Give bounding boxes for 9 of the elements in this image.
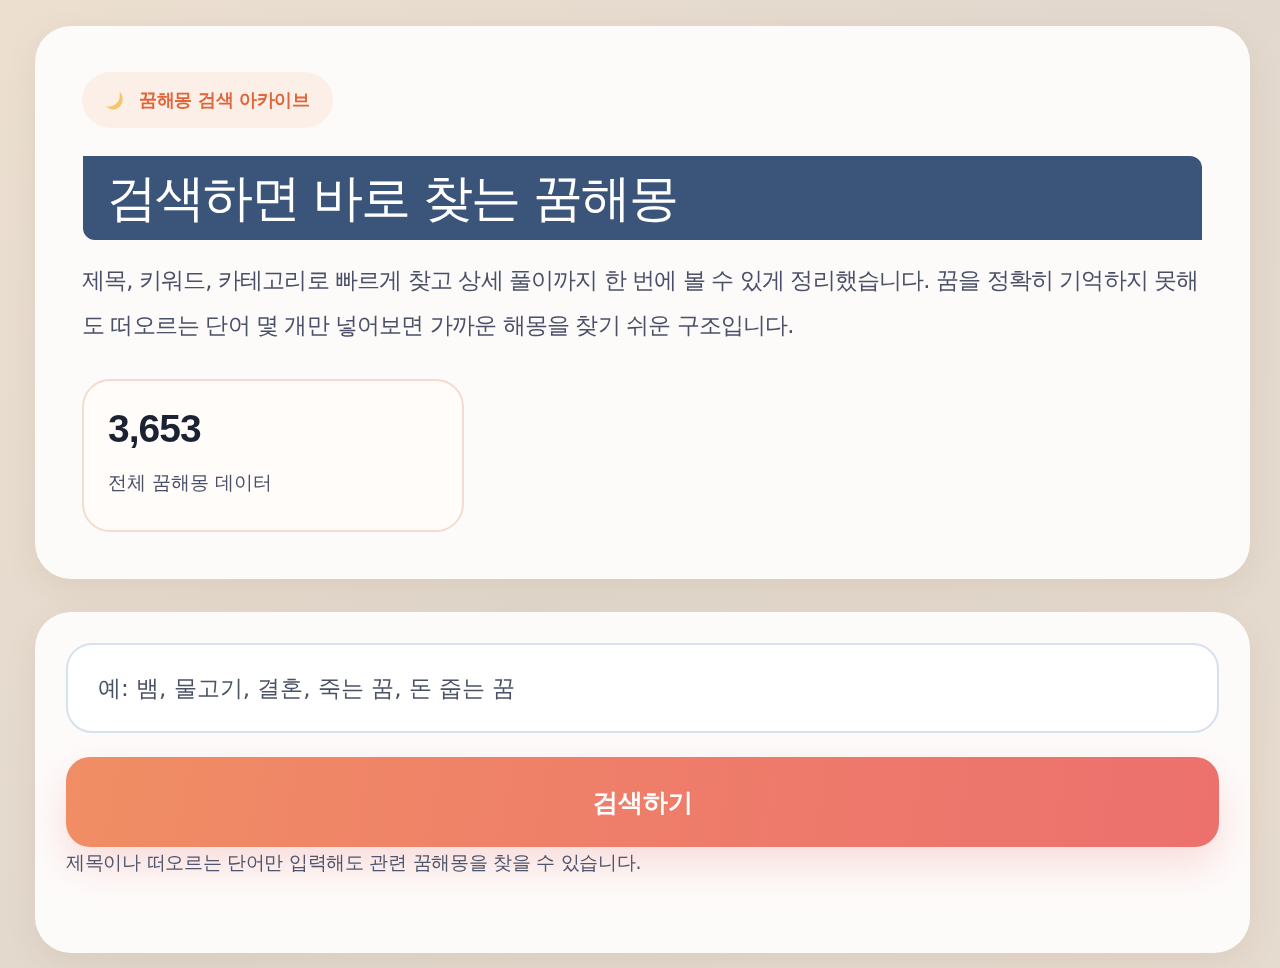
page-title: 검색하면 바로 찾는 꿈해몽 xyxy=(83,156,1202,240)
description-text: 제목, 키워드, 카테고리로 빠르게 찾고 상세 풀이까지 한 번에 볼 수 있게 정리했습니다. 꿈을 정확히 기억하지 못해도 떠오르는 단어 몇 개만 넣어보면 가까운 해몽을 찾기 쉬운 구조입니다. xyxy=(82,266,1200,340)
stat-label: 전체 꿈해몽 데이터 xyxy=(108,470,274,495)
search-field[interactable]: 예: 뱀, 물고기, 결혼, 죽는 꿈, 돈 줍는 꿈 xyxy=(66,643,1219,733)
hint-text: 제목이나 떠오르는 단어만 입력해도 관련 꿈해몽을 찾을 수 있습니다. xyxy=(66,850,643,874)
crescent-moon-icon xyxy=(106,90,124,110)
stat-value: 3,653 xyxy=(108,406,202,452)
search-button[interactable]: 검색하기 xyxy=(66,757,1219,847)
badge-label: 꿈해몽 검색 아카이브 xyxy=(139,89,310,112)
